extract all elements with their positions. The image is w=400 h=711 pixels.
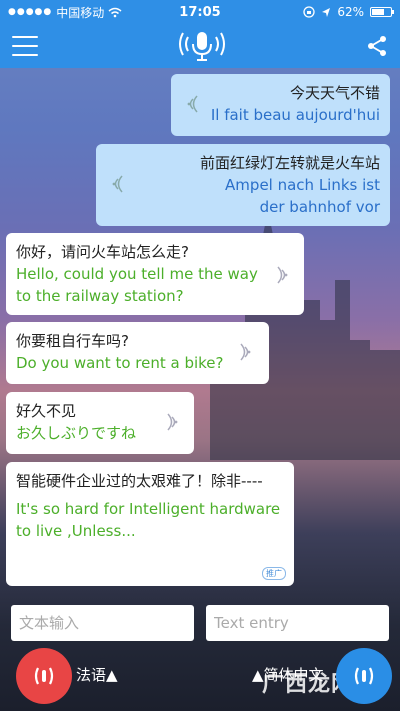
- message-translation-text: Il fait beau aujourd'hui: [210, 106, 380, 124]
- top-nav-bar: [0, 24, 400, 68]
- speaker-icon[interactable]: [181, 94, 201, 114]
- message-source-text: 今天天气不错: [289, 84, 380, 102]
- speaker-icon[interactable]: [164, 412, 184, 432]
- message-translation-text: お久しぶりですね: [16, 424, 137, 442]
- message-translation-text: It's so hard for Intelligent hardware to…: [16, 500, 281, 540]
- carrier-label: 中国移动: [56, 5, 105, 20]
- message-source-text: 好久不见: [16, 402, 77, 420]
- message-source-text: 前面红绿灯左转就是火车站: [199, 154, 380, 172]
- voice-wave-icon: [34, 667, 54, 685]
- message-translation-text: Do you want to rent a bike?: [16, 354, 224, 372]
- target-text-input[interactable]: [206, 605, 389, 641]
- microphone-icon[interactable]: [177, 28, 227, 64]
- voice-wave-icon: [354, 667, 374, 685]
- message-translation-text: Ampel nach Links ist der bahnhof vor: [225, 176, 380, 216]
- location-icon: [322, 7, 331, 17]
- source-language-selector[interactable]: 法语▲: [76, 664, 118, 685]
- message-bubble-outgoing[interactable]: 今天天气不错 Il fait beau aujourd'hui: [171, 74, 390, 136]
- message-bubble-incoming[interactable]: 你好，请问火车站怎么走? Hello, could you tell me th…: [6, 233, 304, 315]
- message-bubble-incoming[interactable]: 好久不见 お久しぶりですね: [6, 392, 194, 454]
- speaker-icon[interactable]: [237, 342, 257, 362]
- speaker-icon[interactable]: [274, 265, 294, 285]
- record-left-button[interactable]: [16, 648, 72, 704]
- message-bubble-outgoing[interactable]: 前面红绿灯左转就是火车站 Ampel nach Links ist der ba…: [96, 144, 390, 226]
- message-bubble-promoted[interactable]: 智能硬件企业过的太艰难了！除非---- It's so hard for Int…: [6, 462, 294, 586]
- share-icon[interactable]: [366, 35, 388, 57]
- battery-icon: [370, 7, 394, 17]
- record-right-button[interactable]: [336, 648, 392, 704]
- message-source-text: 你好，请问火车站怎么走?: [16, 243, 189, 261]
- source-text-input[interactable]: [11, 605, 194, 641]
- message-bubble-incoming[interactable]: 你要租自行车吗? Do you want to rent a bike?: [6, 322, 269, 384]
- battery-percent: 62%: [337, 5, 364, 19]
- status-bar: ●●●●● 中国移动 17:05 62%: [0, 0, 400, 24]
- promotion-badge: 推广: [262, 567, 286, 580]
- message-source-text: 智能硬件企业过的太艰难了！除非----: [16, 472, 263, 490]
- message-translation-text: Hello, could you tell me the way to the …: [16, 265, 258, 305]
- signal-icon: ●●●●●: [8, 7, 53, 17]
- rotation-lock-icon: [303, 6, 315, 18]
- wifi-icon: [108, 7, 122, 17]
- hamburger-icon[interactable]: [12, 36, 38, 56]
- speaker-icon[interactable]: [106, 174, 126, 194]
- message-source-text: 你要租自行车吗?: [16, 332, 129, 350]
